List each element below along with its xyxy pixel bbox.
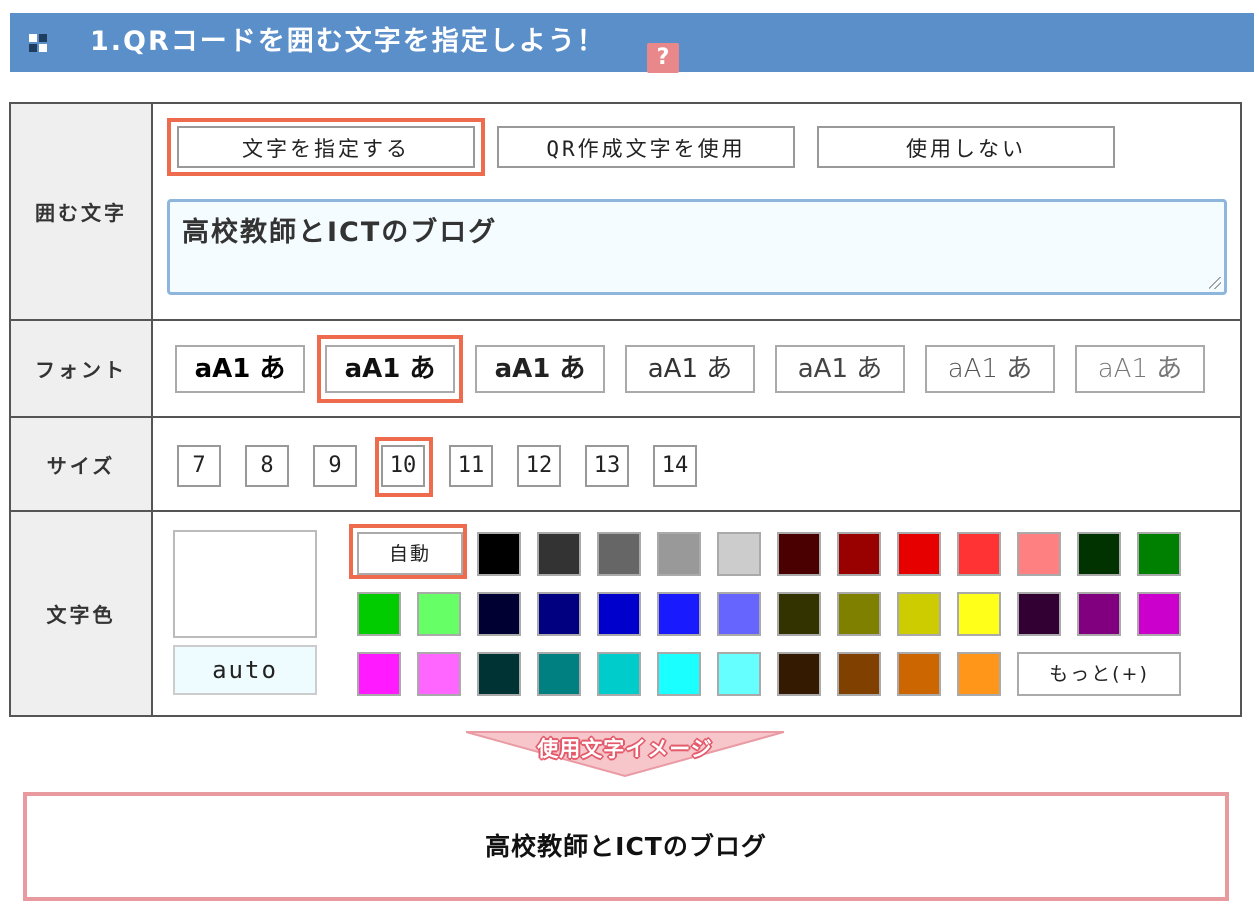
color-swatch[interactable]: [537, 532, 581, 576]
size-option-7[interactable]: 7: [177, 445, 221, 487]
text-input-value: 高校教師とICTのブログ: [182, 217, 498, 248]
color-swatch[interactable]: [957, 532, 1001, 576]
font-option-5[interactable]: aA1 あ: [775, 345, 905, 393]
color-swatch[interactable]: [657, 532, 701, 576]
color-swatch[interactable]: [417, 592, 461, 636]
color-row-label: 文字色: [9, 510, 153, 717]
use-qr-text-button[interactable]: QR作成文字を使用: [497, 126, 795, 168]
size-options: 7 8 9 10 11 12 13 14: [153, 418, 1240, 510]
color-swatch[interactable]: [957, 652, 1001, 696]
color-swatch[interactable]: [1137, 532, 1181, 576]
more-colors-button[interactable]: もっと(+): [1017, 652, 1181, 696]
font-option-4[interactable]: aA1 あ: [625, 345, 755, 393]
size-option-8[interactable]: 8: [245, 445, 289, 487]
selected-font-frame: [317, 335, 463, 403]
color-swatch[interactable]: [897, 592, 941, 636]
font-row-label: フォント: [9, 319, 153, 418]
color-swatch[interactable]: [537, 592, 581, 636]
color-preview: [173, 530, 317, 638]
font-options: aA1 あ aA1 あ aA1 あ aA1 あ aA1 あ aA1 あ aA1 あ: [153, 321, 1240, 416]
color-swatch[interactable]: [357, 652, 401, 696]
color-swatch[interactable]: [777, 532, 821, 576]
color-swatch[interactable]: [1017, 592, 1061, 636]
color-swatch[interactable]: [417, 652, 461, 696]
grid-icon: [29, 34, 47, 52]
text-row-label: 囲む文字: [9, 102, 153, 321]
color-swatch[interactable]: [957, 592, 1001, 636]
size-option-14[interactable]: 14: [653, 445, 697, 487]
color-swatch[interactable]: [657, 652, 701, 696]
color-swatch[interactable]: [657, 592, 701, 636]
color-swatch[interactable]: [477, 592, 521, 636]
color-swatch[interactable]: [897, 532, 941, 576]
font-option-1[interactable]: aA1 あ: [175, 345, 305, 393]
size-option-9[interactable]: 9: [313, 445, 357, 487]
selected-color-frame: [349, 524, 467, 579]
no-text-button[interactable]: 使用しない: [817, 126, 1115, 168]
color-options: auto 自動 もっと(+): [153, 512, 1240, 715]
color-swatch[interactable]: [717, 532, 761, 576]
color-swatch[interactable]: [897, 652, 941, 696]
font-option-3[interactable]: aA1 あ: [475, 345, 605, 393]
color-swatch[interactable]: [837, 532, 881, 576]
size-row-label: サイズ: [9, 416, 153, 512]
preview-banner: 使用文字イメージ: [465, 730, 785, 778]
settings-table: 囲む文字 文字を指定する QR作成文字を使用 使用しない 高校教師とICTのブロ…: [9, 102, 1242, 717]
size-option-13[interactable]: 13: [585, 445, 629, 487]
font-option-7[interactable]: aA1 あ: [1075, 345, 1205, 393]
font-option-6[interactable]: aA1 あ: [925, 345, 1055, 393]
selected-mode-frame: [167, 118, 485, 176]
color-swatch[interactable]: [837, 652, 881, 696]
color-swatch[interactable]: [777, 592, 821, 636]
size-option-11[interactable]: 11: [449, 445, 493, 487]
help-icon[interactable]: ?: [647, 43, 679, 73]
color-swatch[interactable]: [717, 592, 761, 636]
color-swatch[interactable]: [1077, 592, 1121, 636]
size-option-12[interactable]: 12: [517, 445, 561, 487]
color-swatch[interactable]: [477, 532, 521, 576]
text-preview: 高校教師とICTのブログ: [23, 792, 1229, 901]
color-swatch[interactable]: [597, 592, 641, 636]
banner-label: 使用文字イメージ: [537, 737, 713, 761]
color-swatch[interactable]: [837, 592, 881, 636]
color-swatch[interactable]: [597, 532, 641, 576]
color-swatch[interactable]: [1077, 532, 1121, 576]
selected-size-frame: [375, 437, 433, 497]
text-input[interactable]: 高校教師とICTのブログ: [167, 199, 1227, 295]
preview-text: 高校教師とICTのブログ: [485, 832, 767, 861]
color-swatch[interactable]: [597, 652, 641, 696]
color-swatch[interactable]: [1137, 592, 1181, 636]
color-swatch[interactable]: [717, 652, 761, 696]
color-swatch[interactable]: [537, 652, 581, 696]
resize-handle[interactable]: [1209, 277, 1221, 289]
color-swatch[interactable]: [1017, 532, 1061, 576]
section-header: 1.QRコードを囲む文字を指定しよう！ ?: [10, 13, 1254, 73]
color-value: auto: [173, 645, 317, 695]
color-swatch[interactable]: [357, 592, 401, 636]
color-swatch[interactable]: [777, 652, 821, 696]
section-title: 1.QRコードを囲む文字を指定しよう！: [90, 26, 606, 57]
color-swatch[interactable]: [477, 652, 521, 696]
